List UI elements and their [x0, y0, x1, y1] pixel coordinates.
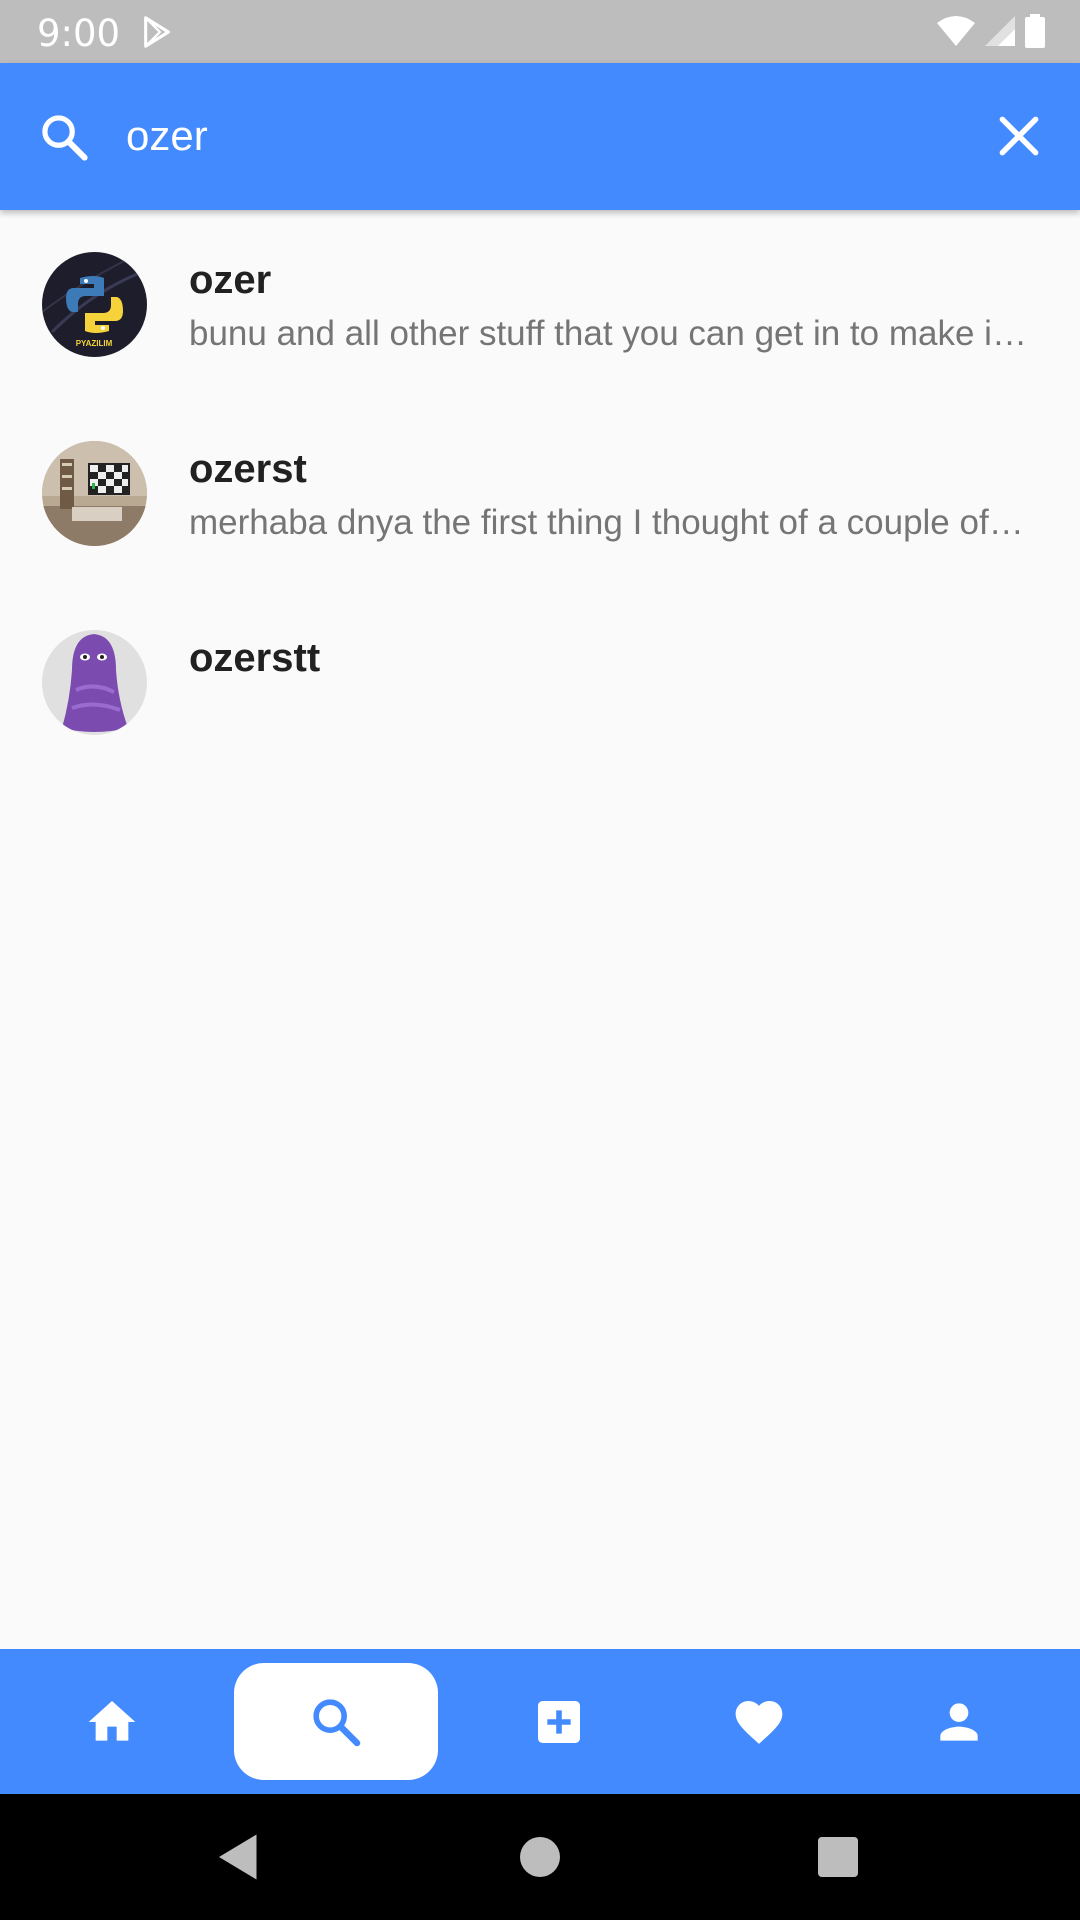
search-app-bar: [0, 63, 1080, 210]
search-icon: [42, 115, 88, 161]
list-item[interactable]: ozerst merhaba dnya the first thing I th…: [0, 399, 1080, 588]
add-box-icon: [538, 1700, 580, 1743]
home-icon: [88, 1700, 136, 1741]
nav-search[interactable]: [234, 1663, 438, 1780]
home-circle-icon[interactable]: [510, 1827, 570, 1887]
avatar: [42, 630, 147, 735]
user-name: ozerst: [189, 447, 307, 491]
status-time: 9:00: [37, 12, 121, 55]
nav-home[interactable]: [10, 1663, 214, 1780]
avatar: PYAZILIM: [42, 252, 147, 357]
python-logo-image: PYAZILIM: [42, 252, 147, 357]
cellular-signal-icon: [985, 16, 1015, 46]
list-item[interactable]: PYAZILIM ozer bunu and all other stuff t…: [0, 210, 1080, 399]
nav-add-post[interactable]: [457, 1663, 661, 1780]
wifi-icon: [937, 16, 975, 46]
system-navigation-bar: [0, 1794, 1080, 1920]
status-bar: 9:00: [0, 0, 1080, 63]
heart-icon: [735, 1700, 783, 1744]
user-bio: merhaba dnya the first thing I thought o…: [189, 503, 1029, 542]
user-bio: bunu and all other stuff that you can ge…: [189, 314, 1029, 353]
nav-profile[interactable]: [857, 1663, 1061, 1780]
person-icon: [940, 1702, 978, 1741]
close-icon[interactable]: [994, 111, 1044, 161]
search-results-list: PYAZILIM ozer bunu and all other stuff t…: [0, 210, 1080, 777]
user-name: ozerstt: [189, 636, 321, 680]
bottom-navigation: [0, 1649, 1080, 1794]
search-input[interactable]: [126, 105, 946, 167]
purple-ghost-image: [42, 630, 147, 735]
status-icons: [936, 14, 1046, 48]
avatar-logo-text: PYAZILIM: [76, 339, 113, 348]
battery-icon: [1025, 14, 1045, 48]
recents-icon[interactable]: [808, 1827, 868, 1887]
search-icon: [313, 1698, 361, 1746]
avatar: [42, 441, 147, 546]
list-item[interactable]: ozerstt: [0, 588, 1080, 777]
play-store-icon: [144, 16, 170, 48]
user-name: ozer: [189, 258, 272, 302]
room-photo-image: [42, 441, 147, 546]
nav-favorites[interactable]: [657, 1663, 861, 1780]
back-icon[interactable]: [209, 1827, 269, 1887]
